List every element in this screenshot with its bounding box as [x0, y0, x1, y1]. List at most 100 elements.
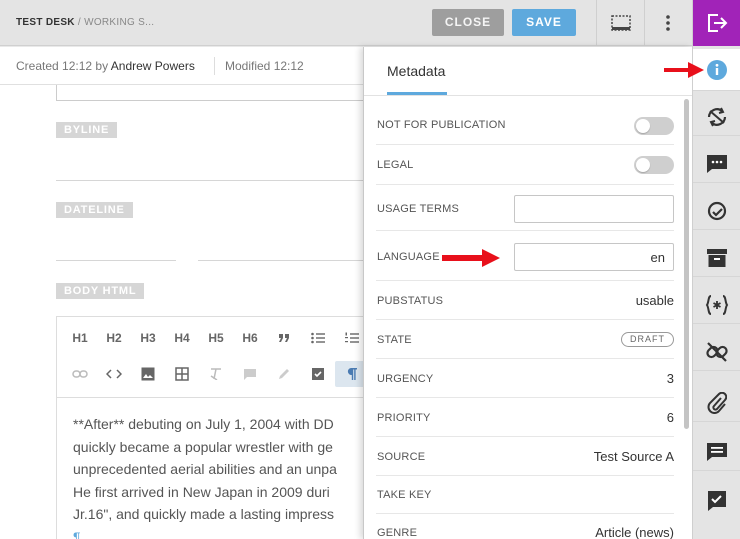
- pubstatus-label: PUBSTATUS: [377, 295, 444, 307]
- comments-icon: [707, 154, 727, 173]
- breadcrumb-stage[interactable]: WORKING S...: [84, 17, 154, 28]
- numbered-list-icon[interactable]: [335, 325, 363, 351]
- format-toolbar-row-1: H1 H2 H3 H4 H5 H6: [57, 321, 363, 355]
- link-icon[interactable]: [63, 361, 97, 387]
- image-icon[interactable]: [131, 361, 165, 387]
- body-line: Jr.16", and quickly made a lasting impre…: [73, 506, 334, 522]
- priority-label: PRIORITY: [377, 412, 431, 424]
- dateline-location-input[interactable]: [56, 260, 176, 261]
- genre-label: GENRE: [377, 527, 418, 539]
- suggestion-icon[interactable]: [301, 361, 335, 387]
- body-line: **After** debuting on July 1, 2004 with …: [73, 416, 334, 432]
- pilcrow-toggle-icon[interactable]: [335, 361, 363, 387]
- state-row: STATE DRAFT: [376, 320, 674, 359]
- annotate-pen-icon[interactable]: [267, 361, 301, 387]
- macros-icon: [705, 294, 729, 315]
- annotation-arrow: [442, 249, 500, 267]
- exit-icon: [708, 14, 728, 32]
- history-icon: [707, 201, 727, 220]
- dateline-date-input[interactable]: [198, 260, 363, 261]
- comment-icon[interactable]: [233, 361, 267, 387]
- state-label: STATE: [377, 334, 412, 346]
- h3-button[interactable]: H3: [131, 325, 165, 351]
- table-icon[interactable]: [165, 361, 199, 387]
- source-value: Test Source A: [593, 449, 674, 464]
- language-row: LANGUAGE: [376, 231, 674, 281]
- sync-icon: [707, 107, 727, 126]
- language-input[interactable]: [514, 243, 674, 271]
- not-for-publication-toggle[interactable]: [634, 117, 674, 135]
- toolbar-divider: [57, 397, 363, 398]
- take-key-label: TAKE KEY: [377, 489, 432, 501]
- annotation-arrow: [664, 62, 704, 78]
- save-button[interactable]: SAVE: [512, 9, 576, 36]
- source-label: SOURCE: [377, 451, 426, 463]
- body-text-content[interactable]: **After** debuting on July 1, 2004 with …: [73, 413, 363, 539]
- urgency-value[interactable]: 3: [667, 371, 674, 386]
- comments-tab[interactable]: [693, 145, 740, 183]
- priority-row: PRIORITY 6: [376, 398, 674, 437]
- related-tab[interactable]: [693, 333, 740, 371]
- more-options-icon[interactable]: [645, 0, 691, 46]
- h6-button[interactable]: H6: [233, 325, 267, 351]
- versions-tab[interactable]: [693, 98, 740, 136]
- language-label: LANGUAGE: [377, 251, 440, 263]
- genre-row: GENRE Article (news): [376, 514, 674, 539]
- not-for-publication-label: NOT FOR PUBLICATION: [377, 119, 506, 131]
- headline-field-fragment[interactable]: [56, 85, 363, 101]
- breadcrumb-desk[interactable]: TEST DESK: [16, 17, 75, 28]
- bullet-list-icon[interactable]: [301, 325, 335, 351]
- code-icon[interactable]: [97, 361, 131, 387]
- tab-metadata[interactable]: Metadata: [387, 63, 445, 79]
- urgency-label: URGENCY: [377, 373, 434, 385]
- info-icon: [707, 59, 727, 80]
- history-tab[interactable]: [693, 192, 740, 230]
- breadcrumb-separator: /: [74, 17, 85, 28]
- h5-button[interactable]: H5: [199, 325, 233, 351]
- quote-icon[interactable]: [267, 325, 301, 351]
- toolbar-divider: [596, 0, 597, 46]
- active-tab-indicator: [387, 92, 447, 95]
- checklist-icon: [708, 491, 726, 511]
- h4-button[interactable]: H4: [165, 325, 199, 351]
- body-line: He first arrived in New Japan in 2009 du…: [73, 483, 330, 500]
- packages-tab[interactable]: [693, 239, 740, 277]
- legal-toggle[interactable]: [634, 156, 674, 174]
- macros-tab[interactable]: [693, 286, 740, 324]
- messages-tab[interactable]: [693, 433, 740, 471]
- priority-value[interactable]: 6: [667, 410, 674, 425]
- not-for-publication-row: NOT FOR PUBLICATION: [376, 105, 674, 145]
- body-line: unprecedented aerial abilities and an un…: [73, 461, 337, 477]
- take-key-row: TAKE KEY: [376, 476, 674, 514]
- editor-pane: Created 12:12 by Andrew Powers Modified …: [0, 47, 363, 539]
- clear-format-icon[interactable]: [199, 361, 233, 387]
- close-button[interactable]: CLOSE: [432, 9, 504, 36]
- by-label: by: [95, 59, 109, 73]
- genre-value[interactable]: Article (news): [595, 525, 674, 539]
- preview-toggle-icon[interactable]: [598, 0, 644, 46]
- checklist-tab[interactable]: [693, 482, 740, 520]
- usage-terms-row: USAGE TERMS: [376, 185, 674, 231]
- broken-link-icon: [706, 341, 728, 362]
- meta-divider: [214, 57, 215, 75]
- source-row: SOURCE Test Source A: [376, 437, 674, 476]
- urgency-row: URGENCY 3: [376, 359, 674, 398]
- state-badge: DRAFT: [621, 332, 674, 347]
- pubstatus-value: usable: [635, 293, 674, 308]
- attachments-tab[interactable]: [693, 384, 740, 422]
- body-line: quickly became a popular wrestler with g…: [73, 438, 333, 455]
- h2-button[interactable]: H2: [97, 325, 131, 351]
- h1-button[interactable]: H1: [63, 325, 97, 351]
- legal-label: LEGAL: [377, 159, 414, 171]
- pubstatus-row: PUBSTATUS usable: [376, 281, 674, 320]
- usage-terms-input[interactable]: [514, 195, 674, 223]
- body-html-editor[interactable]: H1 H2 H3 H4 H5 H6 **After** debuting on …: [56, 316, 363, 539]
- author-name: Andrew Powers: [110, 59, 195, 73]
- byline-input[interactable]: [56, 180, 363, 181]
- exit-button[interactable]: [693, 0, 740, 46]
- panel-scrollbar[interactable]: [684, 99, 689, 429]
- breadcrumb: TEST DESK / WORKING S...: [16, 17, 154, 28]
- created-label: Created: [16, 59, 59, 73]
- format-toolbar-row-2: [57, 357, 363, 391]
- paragraph-mark: ¶: [73, 528, 81, 539]
